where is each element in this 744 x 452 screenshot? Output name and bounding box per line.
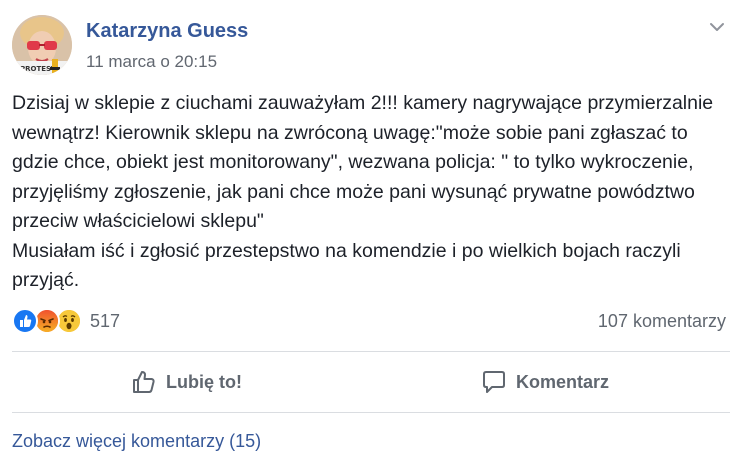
like-button[interactable]: Lubię to! — [130, 366, 242, 398]
post-body: Dzisiaj w sklepie z ciuchami zauważyłam … — [12, 89, 736, 296]
post-timestamp[interactable]: 11 marca o 20:15 — [86, 52, 217, 72]
comment-icon — [483, 371, 505, 393]
reaction-icons[interactable] — [12, 308, 86, 334]
action-bar: Lubię to! Komentarz — [12, 352, 730, 412]
comment-button-label: Komentarz — [516, 371, 610, 392]
like-reaction-icon — [12, 308, 38, 334]
like-button-label: Lubię to! — [166, 371, 242, 392]
view-more-comments-link[interactable]: Zobacz więcej komentarzy (15) — [12, 431, 261, 452]
comments-count[interactable]: 107 komentarzy — [598, 311, 726, 332]
avatar[interactable]: PROTEST — [12, 15, 72, 75]
reaction-count[interactable]: 517 — [90, 311, 120, 332]
avatar-image: PROTEST — [12, 15, 72, 75]
comment-button[interactable]: Komentarz — [480, 366, 609, 398]
post-header: PROTEST Katarzyna Guess 11 marca o 20:15 — [12, 12, 732, 76]
divider — [12, 412, 730, 413]
post-body-paragraph: Dzisiaj w sklepie z ciuchami zauważyłam … — [12, 92, 714, 232]
thumbs-up-icon — [133, 371, 155, 393]
author-name[interactable]: Katarzyna Guess — [86, 20, 248, 43]
post-body-paragraph: Musiałam iść i zgłosić przestepstwo na k… — [12, 239, 681, 292]
chevron-down-icon[interactable] — [708, 18, 726, 36]
reactions-bar: 517 107 komentarzy — [12, 308, 730, 336]
facebook-post: PROTEST Katarzyna Guess 11 marca o 20:15… — [0, 0, 744, 451]
